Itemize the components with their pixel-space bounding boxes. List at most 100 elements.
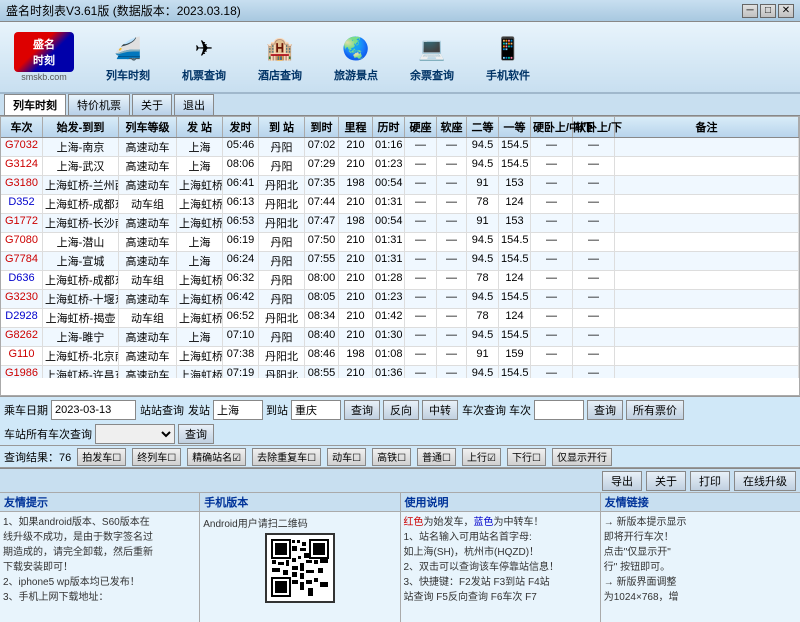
maximize-button[interactable]: □ [760,4,776,18]
nav-hotel[interactable]: 🏨 酒店查询 [244,27,316,87]
table-cell: 06:13 [223,195,259,213]
table-cell: — [531,214,573,232]
table-cell: 动车组 [119,309,177,327]
nav-train[interactable]: 🚄 列车时刻 [92,27,164,87]
table-cell: 154.5 [499,138,531,156]
table-cell: 210 [339,195,373,213]
table-cell: G7080 [1,233,43,251]
table-row[interactable]: G8262上海-雎宁高速动车上海07:10丹阳08:4021001:30——94… [1,328,799,347]
table-cell: G1986 [1,366,43,378]
upward-btn[interactable]: 上行☑ [462,448,501,466]
table-body: G7032上海-南京高速动车上海05:46丹阳07:0221001:16——94… [1,138,799,378]
from-input[interactable] [213,400,263,420]
trainnum-input[interactable] [534,400,584,420]
link-line-6: 为1024×768，增 [604,590,797,605]
emus-btn[interactable]: 动车☐ [327,448,366,466]
table-cell: 08:46 [305,347,339,365]
all-tickets-button[interactable]: 所有票价 [626,400,684,420]
table-cell [615,233,799,251]
table-cell: 动车组 [119,195,177,213]
table-cell: 210 [339,157,373,175]
table-cell: 210 [339,328,373,346]
export-button[interactable]: 导出 [602,471,642,491]
nav-mobile[interactable]: 📱 手机软件 [472,27,544,87]
table-row[interactable]: G3124上海-武汉高速动车上海08:06丹阳07:2921001:23——94… [1,157,799,176]
date-input[interactable] [51,400,136,420]
table-row[interactable]: G110上海虹桥-北京南高速动车上海虹桥07:38丹阳北08:4619801:0… [1,347,799,366]
table-cell: 上海虹桥 [177,309,223,327]
table-cell: — [405,214,437,232]
table-row[interactable]: D636上海虹桥-成都东动车组上海虹桥06:32丹阳08:0021001:28—… [1,271,799,290]
normal-btn[interactable]: 普通☐ [417,448,456,466]
nav-flight[interactable]: ✈ 机票查询 [168,27,240,87]
table-cell: — [405,157,437,175]
nav-bar: 盛名时刻 smskb.com 🚄 列车时刻 ✈ 机票查询 🏨 酒店查询 🌏 旅游… [0,22,800,94]
tab-special[interactable]: 特价机票 [68,94,130,115]
table-row[interactable]: D352上海虹桥-成都东动车组上海虹桥06:13丹阳北07:4421001:31… [1,195,799,214]
table-cell: 198 [339,176,373,194]
sort-by-dep-btn[interactable]: 拍发车☐ [77,448,126,466]
table-row[interactable]: D2928上海虹桥-揭壶动车组上海虹桥06:52丹阳北08:3421001:42… [1,309,799,328]
exact-station-btn[interactable]: 精确站名☑ [187,448,246,466]
table-row[interactable]: G1772上海虹桥-长沙南高速动车上海虹桥06:53丹阳北07:4719800:… [1,214,799,233]
table-cell: G8262 [1,328,43,346]
friendly-tips-panel: 友情提示 1、如果android版本、S60版本在 线升级不成功，是由于数字签名… [0,493,200,622]
table-cell [615,157,799,175]
remove-dup-btn[interactable]: 去除重复车☐ [252,448,321,466]
table-cell: 01:23 [373,157,405,175]
table-cell: — [573,157,615,175]
terminal-train-btn[interactable]: 终列车☐ [132,448,181,466]
table-cell: 78 [467,309,499,327]
about-button[interactable]: 关于 [646,471,686,491]
table-cell: 高速动车 [119,252,177,270]
table-cell: 94.5 [467,157,499,175]
station-all-select[interactable] [95,424,175,444]
query-button[interactable]: 查询 [344,400,380,420]
table-cell: 01:31 [373,195,405,213]
th-softsleep: 软卧上/下 [573,117,615,137]
table-cell: 丹阳 [259,138,305,156]
mobile-icon: 📱 [488,31,528,67]
tab-about[interactable]: 关于 [132,94,172,115]
table-cell: 124 [499,271,531,289]
transfer-button[interactable]: 中转 [422,400,458,420]
window-title: 盛名时刻表V3.61版 (数据版本：2023.03.18) [6,2,742,19]
reverse-button[interactable]: 反向 [383,400,419,420]
nav-ticket[interactable]: 💻 余票查询 [396,27,468,87]
train-query-button[interactable]: 查询 [587,400,623,420]
nav-train-label: 列车时刻 [106,67,150,83]
table-cell: 上海虹桥 [177,176,223,194]
nav-tourism[interactable]: 🌏 旅游景点 [320,27,392,87]
table-row[interactable]: G3230上海虹桥-十堰东高速动车上海虹桥06:42丹阳08:0521001:2… [1,290,799,309]
print-button[interactable]: 打印 [690,471,730,491]
minimize-button[interactable]: ─ [742,4,758,18]
station-all-query-button[interactable]: 查询 [178,424,214,444]
table-row[interactable]: G3180上海虹桥-兰州西高速动车上海虹桥06:41丹阳北07:3519800:… [1,176,799,195]
from-label: 发站 [188,402,210,418]
to-input[interactable] [291,400,341,420]
table-cell: — [531,233,573,251]
table-cell: 上海虹桥-许昌东 [43,366,119,378]
date-label: 乘车日期 [4,402,48,418]
table-row[interactable]: G7080上海-潜山高速动车上海06:19丹阳07:5021001:31——94… [1,233,799,252]
table-cell: — [531,366,573,378]
close-button[interactable]: ✕ [778,4,794,18]
table-row[interactable]: G7784上海-宣城高速动车上海06:24丹阳07:5521001:31——94… [1,252,799,271]
upgrade-button[interactable]: 在线升级 [734,471,796,491]
only-show-btn[interactable]: 仅显示开行 [552,448,612,466]
tab-timetable[interactable]: 列车时刻 [4,94,66,115]
downward-btn[interactable]: 下行☐ [507,448,546,466]
hotel-icon: 🏨 [260,31,300,67]
table-cell: 91 [467,214,499,232]
table-cell: D636 [1,271,43,289]
tab-exit[interactable]: 退出 [174,94,214,115]
table-cell: 07:02 [305,138,339,156]
table-cell: — [405,138,437,156]
table-cell: 159 [499,347,531,365]
blue-text: 蓝色 [474,517,494,528]
highspeed-btn[interactable]: 高铁☐ [372,448,411,466]
table-cell: 94.5 [467,233,499,251]
table-row[interactable]: G1986上海虹桥-许昌东高速动车上海虹桥07:19丹阳北08:5521001:… [1,366,799,378]
train-icon: 🚄 [108,31,148,67]
table-row[interactable]: G7032上海-南京高速动车上海05:46丹阳07:0221001:16——94… [1,138,799,157]
